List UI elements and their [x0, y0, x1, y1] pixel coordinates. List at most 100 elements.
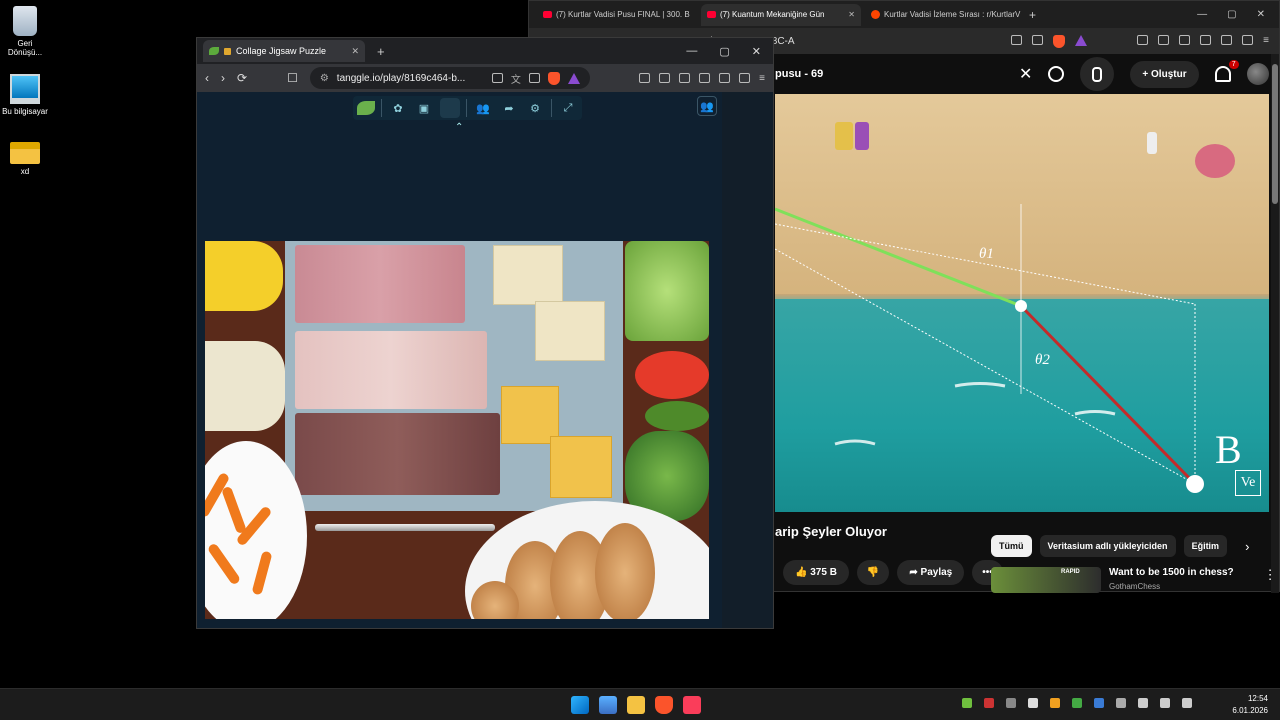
puzzle-image[interactable] — [205, 241, 709, 619]
bg-tab-kuantum[interactable]: (7) Kuantum Mekaniğine Gün ✕ — [701, 3, 861, 26]
cheddar-cheese — [550, 436, 612, 498]
clock[interactable]: 12:54 6.01.2026 — [1232, 693, 1268, 717]
rec-thumbnail[interactable]: RAPID — [991, 567, 1101, 593]
site-info-icon[interactable]: ⚙ — [320, 73, 329, 84]
swiss-cheese — [493, 245, 563, 305]
reader-icon[interactable] — [1137, 34, 1149, 45]
tray-app-icon[interactable] — [1028, 698, 1038, 708]
scrollbar-thumb[interactable] — [1272, 64, 1278, 204]
search-icon[interactable] — [1048, 66, 1065, 82]
tray-app-icon[interactable] — [1094, 698, 1104, 708]
vpn-icon[interactable] — [1242, 34, 1254, 45]
avatar[interactable] — [1246, 63, 1269, 85]
wallet-icon[interactable] — [1200, 34, 1212, 45]
leo-icon[interactable] — [719, 72, 731, 83]
chip-education[interactable]: Eğitim — [1183, 535, 1228, 557]
brave-rewards-icon[interactable] — [1075, 34, 1088, 46]
brave-rewards-icon[interactable] — [567, 72, 580, 84]
brave-shield-icon[interactable] — [547, 71, 560, 85]
dislike-button[interactable]: 👎 — [856, 560, 890, 585]
tray-app-icon[interactable] — [984, 698, 994, 708]
network-icon[interactable] — [1138, 698, 1148, 708]
puzzle-game-area[interactable]: ✿ ▣ 👥 ➦ ⚙ ⤢ ⌃ 👥 — [197, 92, 722, 628]
cast-icon[interactable] — [1011, 34, 1023, 45]
close-icon[interactable]: ✕ — [848, 10, 855, 19]
minimize-icon[interactable]: — — [686, 45, 697, 58]
menu-icon[interactable]: ≡ — [1263, 35, 1269, 48]
tray-app-icon[interactable] — [1050, 698, 1060, 708]
windows-start-icon[interactable] — [571, 696, 589, 714]
volume-icon[interactable] — [1160, 698, 1170, 708]
create-button[interactable]: + Oluştur — [1130, 60, 1199, 88]
folder-xd-icon[interactable]: xd — [0, 134, 50, 176]
bg-tab-reddit[interactable]: Kurtlar Vadisi İzleme Sırası : r/Kurtlar… — [865, 4, 1025, 26]
recycle-bin-icon[interactable]: Geri Dönüşü... — [0, 6, 50, 57]
players-icon[interactable]: 👥 — [473, 98, 493, 118]
store-icon[interactable] — [599, 696, 617, 714]
vpn-icon[interactable] — [739, 72, 751, 83]
tray-app-icon[interactable] — [1072, 698, 1082, 708]
chip-all[interactable]: Tümü — [991, 535, 1032, 557]
fullscreen-icon[interactable]: ⤢ — [558, 98, 578, 118]
new-tab-icon[interactable]: + — [377, 44, 385, 59]
theta1-label: θ1 — [979, 246, 994, 262]
mic-icon[interactable] — [1080, 57, 1115, 91]
battery-icon[interactable] — [1182, 698, 1192, 708]
share-icon[interactable] — [528, 73, 540, 83]
share-puzzle-icon[interactable]: ➦ — [499, 98, 519, 118]
forward-icon[interactable]: › — [221, 71, 225, 85]
bg-tab-kurtlar-vadisi[interactable]: (7) Kurtlar Vadisi Pusu FINAL | 300. B — [537, 4, 697, 26]
settings-icon[interactable]: ⚙ — [525, 98, 545, 118]
collapse-toolbar-icon[interactable]: ⌃ — [455, 122, 463, 133]
cast-icon[interactable] — [491, 73, 503, 83]
maximize-icon[interactable]: ▢ — [719, 45, 729, 58]
url-input[interactable]: ⚙ tanggle.io/play/8169c464-b... 文 — [309, 67, 590, 89]
swiss-cheese — [535, 301, 605, 361]
minimize-icon[interactable]: — — [1197, 9, 1207, 20]
chevron-right-icon[interactable]: › — [1245, 539, 1249, 554]
share-icon[interactable] — [1032, 34, 1044, 45]
tanggle-logo-icon[interactable] — [357, 101, 375, 115]
chip-uploader[interactable]: Veritasium adlı yükleyiciden — [1039, 535, 1176, 557]
leo-icon[interactable] — [1221, 34, 1233, 45]
reload-icon[interactable]: ⟳ — [237, 71, 247, 85]
back-icon[interactable]: ‹ — [205, 71, 209, 85]
new-tab-icon[interactable]: + — [1029, 8, 1036, 22]
media-icon[interactable] — [659, 72, 671, 83]
share-button[interactable]: ➦ Paylaş — [897, 560, 965, 585]
scrollbar[interactable] — [1271, 54, 1279, 593]
menu-icon[interactable]: ≡ — [759, 73, 765, 84]
close-window-icon[interactable]: ✕ — [1257, 9, 1265, 20]
like-button[interactable]: 👍 375 B — [783, 560, 849, 585]
clear-search-icon[interactable]: ✕ — [1019, 64, 1032, 84]
close-window-icon[interactable]: ✕ — [752, 45, 761, 58]
video-player[interactable]: θ1 θ2 B Ve — [775, 94, 1269, 512]
search-input[interactable]: pusu - 69 — [775, 68, 1003, 80]
tab-collage-puzzle[interactable]: Collage Jigsaw Puzzle ✕ — [203, 40, 365, 62]
brave-browser-icon[interactable] — [655, 696, 673, 714]
close-tab-icon[interactable]: ✕ — [351, 46, 359, 57]
rec-title[interactable]: Want to be 1500 in chess? — [1109, 567, 1234, 578]
bell-icon[interactable]: 7 — [1214, 60, 1239, 82]
maximize-icon[interactable]: ▢ — [1227, 9, 1236, 20]
sidebar-icon[interactable] — [679, 72, 691, 83]
rec-channel[interactable]: GothamChess — [1109, 582, 1234, 591]
translate-icon[interactable]: 文 — [511, 71, 521, 86]
reader-icon[interactable] — [639, 72, 651, 83]
pieces-icon[interactable]: ✿ — [388, 98, 408, 118]
this-pc-icon[interactable]: Bu bilgisayar — [0, 74, 50, 116]
tray-app-icon[interactable] — [1116, 698, 1126, 708]
background-color-icon[interactable] — [440, 98, 460, 118]
music-app-icon[interactable] — [683, 696, 701, 714]
brave-shield-icon[interactable] — [1053, 34, 1066, 48]
wallet-icon[interactable] — [699, 72, 711, 83]
sidebar-icon[interactable] — [1179, 34, 1191, 45]
nvidia-icon[interactable] — [962, 698, 972, 708]
file-explorer-icon[interactable] — [627, 696, 645, 714]
image-preview-icon[interactable]: ▣ — [414, 98, 434, 118]
bookmark-icon[interactable]: ☐ — [287, 71, 298, 85]
media-icon[interactable] — [1158, 34, 1170, 45]
recommended-video[interactable]: RAPID Want to be 1500 in chess? GothamCh… — [991, 567, 1277, 593]
tray-app-icon[interactable] — [1006, 698, 1016, 708]
player-list-icon[interactable]: 👥 — [697, 96, 717, 116]
